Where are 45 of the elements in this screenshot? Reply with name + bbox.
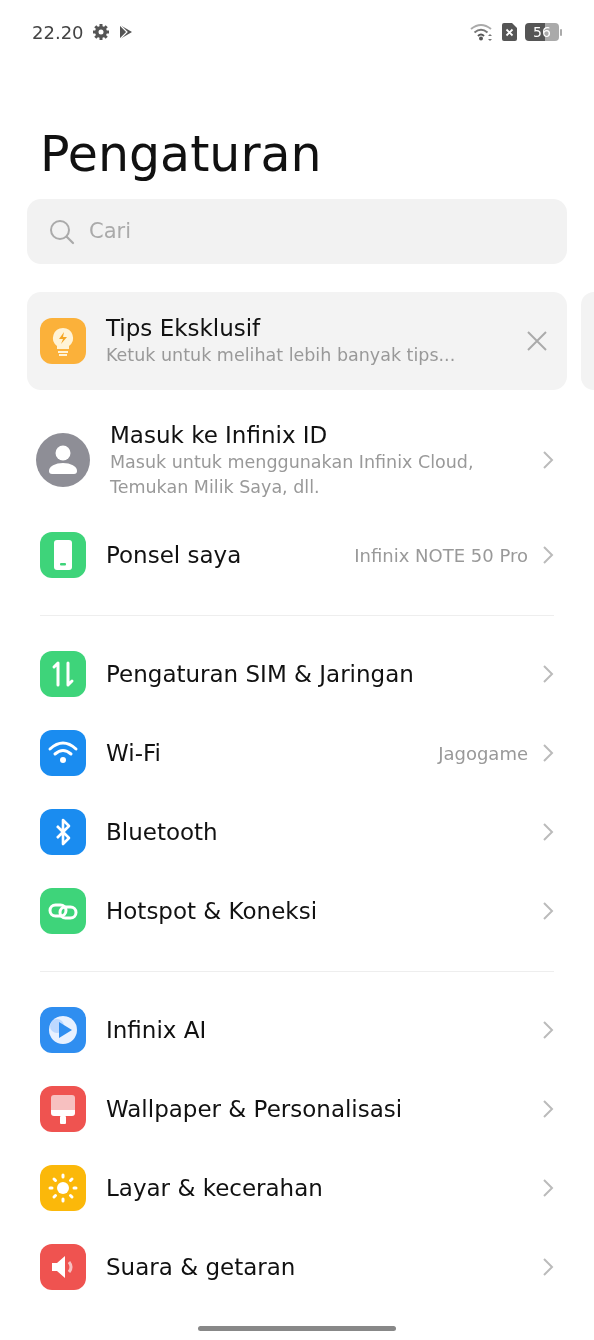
account-row[interactable]: Masuk ke Infinix ID Masuk untuk menggunakan Infinix Cloud, Temukan Milik Saya, dll.: [40, 403, 554, 516]
item-title: Ponsel saya: [106, 541, 243, 571]
chevron-icon: [542, 901, 554, 922]
settings-item[interactable]: Infinix AI: [40, 990, 554, 1070]
chevron-icon: [542, 1020, 554, 1041]
chevron-icon: [542, 1178, 554, 1199]
chevron-icon: [542, 449, 554, 470]
wifi-icon: [470, 23, 494, 41]
search-field[interactable]: Cari: [27, 198, 567, 264]
item-title: Pengaturan SIM & Jaringan: [106, 660, 415, 690]
item-title: Masuk ke Infinix ID: [110, 420, 329, 450]
play-store-icon: [117, 24, 134, 40]
item-title: Suara & getaran: [106, 1253, 297, 1283]
chevron-icon: [542, 664, 554, 685]
tip-subtitle: Ketuk untuk melihat lebih banyak tips...: [106, 344, 457, 368]
settings-item[interactable]: Pengaturan SIM & Jaringan: [40, 634, 554, 714]
item-title: Wi-Fi: [106, 739, 162, 769]
settings-item[interactable]: Ponsel saya Infinix NOTE 50 Pro: [40, 515, 554, 595]
item-title: Layar & kecerahan: [106, 1174, 324, 1204]
item-title: Hotspot & Koneksi: [106, 897, 319, 927]
settings-item[interactable]: Wi-Fi Jagogame: [40, 713, 554, 793]
chevron-icon: [542, 545, 554, 566]
item-subtitle: Masuk untuk menggunakan Infinix Cloud, Temukan Milik Saya, dll.: [110, 450, 475, 499]
tip-title: Tips Eksklusif: [106, 314, 262, 344]
chevron-icon: [542, 743, 554, 764]
item-title: Infinix AI: [106, 1016, 208, 1046]
sim-card-icon: [502, 23, 517, 41]
settings-item[interactable]: Bluetooth: [40, 792, 554, 872]
settings-item[interactable]: Hotspot & Koneksi: [40, 871, 554, 951]
item-value: Jagogame: [438, 742, 528, 764]
close-icon[interactable]: [527, 330, 547, 351]
settings-item[interactable]: Suara & getaran: [40, 1227, 554, 1307]
tip-card[interactable]: Tips Eksklusif Ketuk untuk melihat lebih banyak tips...: [27, 291, 567, 390]
chevron-icon: [542, 1257, 554, 1278]
item-title: Bluetooth: [106, 818, 219, 848]
item-value: Infinix NOTE 50 Pro: [354, 544, 528, 566]
settings-item[interactable]: Layar & kecerahan: [40, 1148, 554, 1228]
chevron-icon: [542, 822, 554, 843]
page-title: Pengaturan: [39, 125, 323, 185]
settings-item[interactable]: Wallpaper & Personalisasi: [40, 1069, 554, 1149]
item-title: Wallpaper & Personalisasi: [106, 1095, 404, 1125]
battery-icon: 56: [525, 23, 562, 41]
clock-time: 22.20: [32, 21, 84, 43]
gear-icon: [91, 23, 110, 41]
chevron-icon: [542, 1099, 554, 1120]
